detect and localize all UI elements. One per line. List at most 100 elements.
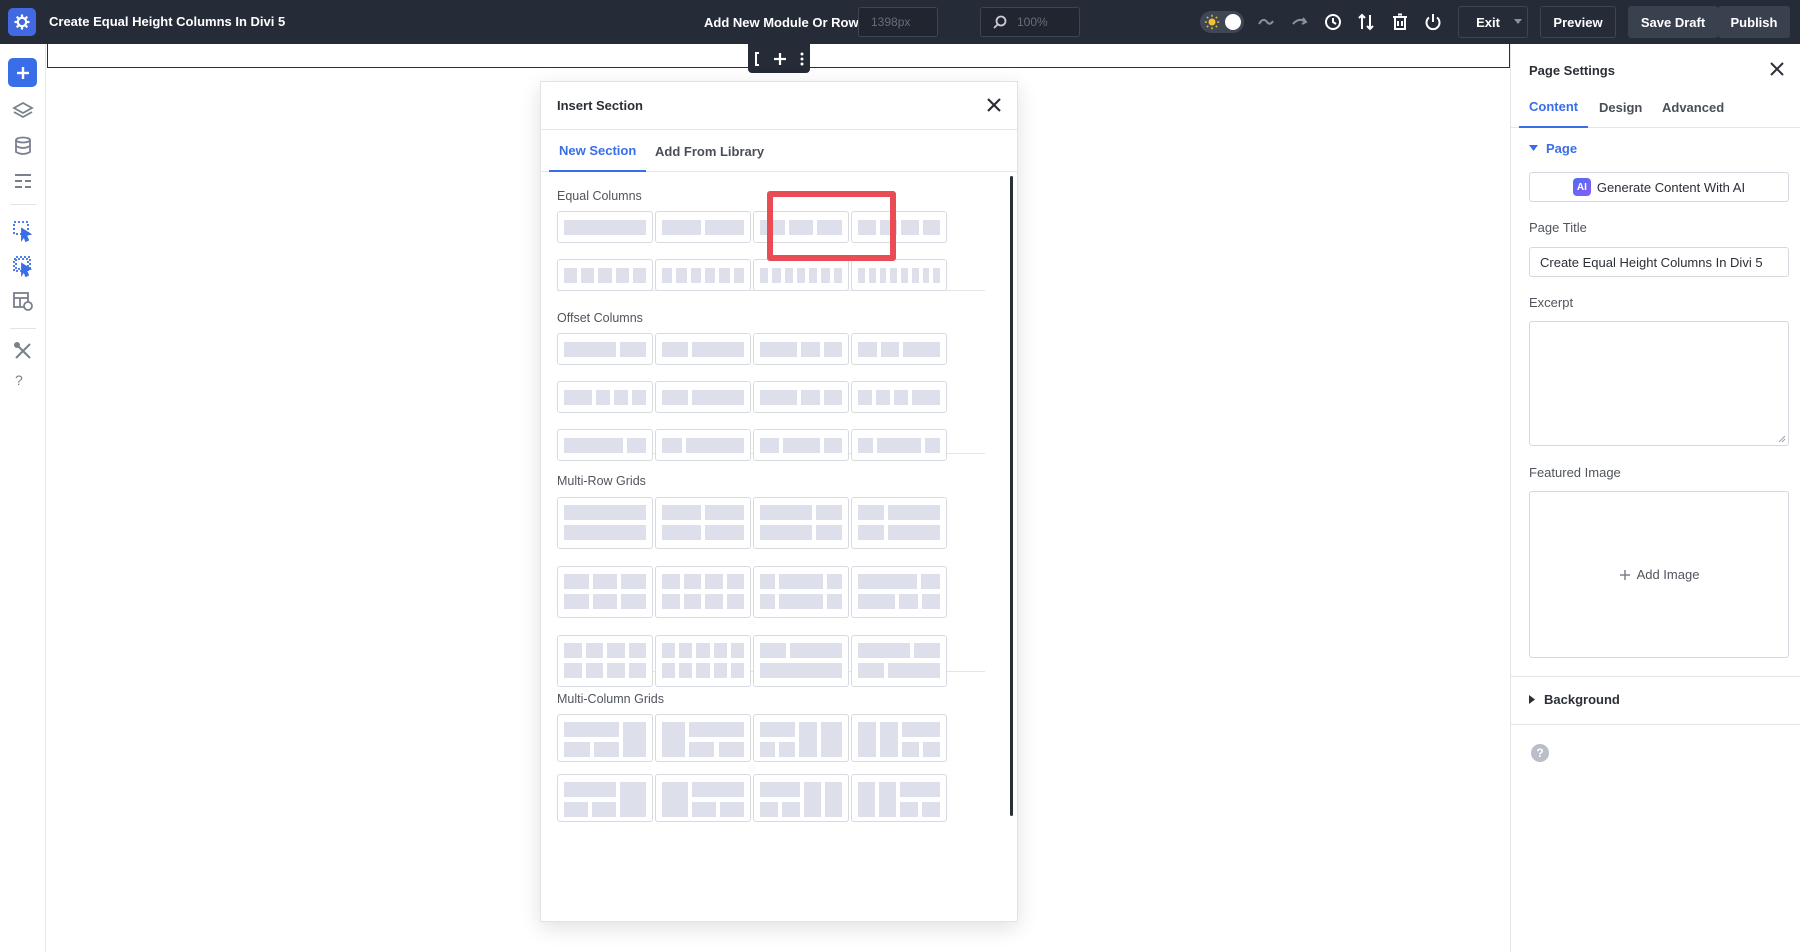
layout-column (902, 742, 919, 757)
layout-offset[interactable] (753, 333, 849, 365)
resize-handle-icon[interactable] (1778, 435, 1786, 443)
width-field[interactable]: 1398px (858, 7, 938, 37)
theme-toggle[interactable] (1200, 11, 1244, 33)
database-icon[interactable] (12, 135, 34, 157)
layout-offset[interactable] (655, 429, 751, 461)
layout-column (676, 268, 686, 283)
layout-multi-row[interactable] (753, 635, 849, 687)
close-icon[interactable] (1768, 60, 1786, 78)
page-title-label: Page Title (1529, 220, 1587, 235)
page-group-toggle[interactable]: Page (1529, 141, 1577, 156)
page-title-input[interactable]: Create Equal Height Columns In Divi 5 (1529, 247, 1789, 277)
publish-button[interactable]: Publish (1718, 6, 1790, 38)
tab-design[interactable]: Design (1599, 86, 1642, 128)
layout-multi-row[interactable] (851, 566, 947, 618)
layout-column (593, 574, 618, 589)
generate-ai-button[interactable]: AI Generate Content With AI (1529, 172, 1789, 202)
trash-icon[interactable] (1390, 12, 1410, 32)
layout-column (923, 742, 940, 757)
tab-content[interactable]: Content (1519, 86, 1588, 128)
modal-scrollbar[interactable] (1010, 176, 1013, 816)
background-group-toggle[interactable]: Background (1529, 692, 1620, 707)
help-icon[interactable]: ? (1531, 744, 1549, 762)
multi-select-icon[interactable] (12, 255, 34, 277)
featured-image-dropzone[interactable]: Add Image (1529, 491, 1789, 658)
layout-column (696, 643, 709, 658)
layout-column (858, 390, 872, 405)
layers-icon[interactable] (12, 100, 34, 122)
help-icon[interactable]: ? (15, 372, 23, 388)
layout-equal-6-columns[interactable] (655, 259, 751, 291)
divider (10, 204, 36, 205)
layout-multi-column[interactable] (655, 714, 751, 762)
layout-column (876, 390, 890, 405)
layout-column (564, 742, 590, 757)
gear-icon[interactable] (8, 8, 36, 36)
preview-button[interactable]: Preview (1540, 6, 1616, 38)
layout-offset[interactable] (753, 381, 849, 413)
layout-multi-row[interactable] (753, 566, 849, 618)
exit-dropdown[interactable] (1508, 6, 1528, 38)
layout-equal-8-columns[interactable] (851, 259, 947, 291)
template-icon[interactable] (12, 290, 34, 312)
layout-offset[interactable] (753, 429, 849, 461)
featured-image-label: Featured Image (1529, 465, 1621, 480)
layout-multi-row[interactable] (557, 497, 653, 549)
sort-icon[interactable] (1356, 12, 1376, 32)
drag-icon[interactable] (754, 52, 760, 66)
layout-multi-row[interactable] (557, 566, 653, 618)
zoom-field[interactable]: 100% (980, 7, 1080, 37)
layout-offset[interactable] (655, 333, 751, 365)
caret-down-icon (1529, 145, 1538, 152)
plus-icon[interactable] (773, 52, 787, 66)
layout-multi-row[interactable] (655, 497, 751, 549)
list-icon[interactable] (12, 170, 34, 192)
tools-icon[interactable] (12, 340, 34, 362)
layout-multi-row[interactable] (851, 635, 947, 687)
layout-offset[interactable] (557, 381, 653, 413)
power-icon[interactable] (1423, 12, 1443, 32)
layout-offset[interactable] (851, 429, 947, 461)
layout-offset[interactable] (851, 381, 947, 413)
layout-column (827, 594, 842, 609)
layout-column (801, 342, 820, 357)
layout-column (662, 663, 675, 678)
layout-column (809, 268, 817, 283)
add-button[interactable] (8, 58, 37, 87)
undo-icon[interactable] (1256, 12, 1276, 32)
layout-multi-row[interactable] (557, 635, 653, 687)
layout-offset[interactable] (557, 429, 653, 461)
tab-new-section[interactable]: New Section (549, 130, 646, 172)
layout-multi-column[interactable] (557, 774, 653, 822)
layout-offset[interactable] (557, 333, 653, 365)
layout-multi-column[interactable] (851, 714, 947, 762)
layout-equal-2-columns[interactable] (655, 211, 751, 243)
layout-offset[interactable] (655, 381, 751, 413)
layout-column (922, 802, 940, 817)
redo-icon[interactable] (1290, 12, 1310, 32)
layout-column (662, 438, 682, 453)
save-draft-button[interactable]: Save Draft (1628, 6, 1718, 38)
layout-multi-column[interactable] (655, 774, 751, 822)
layout-multi-row[interactable] (851, 497, 947, 549)
layout-equal-5-columns[interactable] (557, 259, 653, 291)
select-cursor-icon[interactable] (12, 220, 34, 242)
layout-multi-row[interactable] (655, 566, 751, 618)
layout-offset[interactable] (851, 333, 947, 365)
layout-column (679, 643, 692, 658)
more-icon[interactable] (800, 52, 804, 66)
layout-multi-column[interactable] (851, 774, 947, 822)
tab-advanced[interactable]: Advanced (1662, 86, 1724, 128)
history-icon[interactable] (1323, 12, 1343, 32)
layout-multi-column[interactable] (753, 714, 849, 762)
layout-multi-column[interactable] (753, 774, 849, 822)
layout-equal-7-columns[interactable] (753, 259, 849, 291)
layout-column (799, 722, 817, 757)
layout-equal-1-columns[interactable] (557, 211, 653, 243)
excerpt-textarea[interactable] (1529, 321, 1789, 446)
close-icon[interactable] (983, 94, 1005, 116)
layout-multi-row[interactable] (753, 497, 849, 549)
layout-multi-row[interactable] (655, 635, 751, 687)
tab-add-from-library[interactable]: Add From Library (655, 130, 764, 172)
layout-multi-column[interactable] (557, 714, 653, 762)
